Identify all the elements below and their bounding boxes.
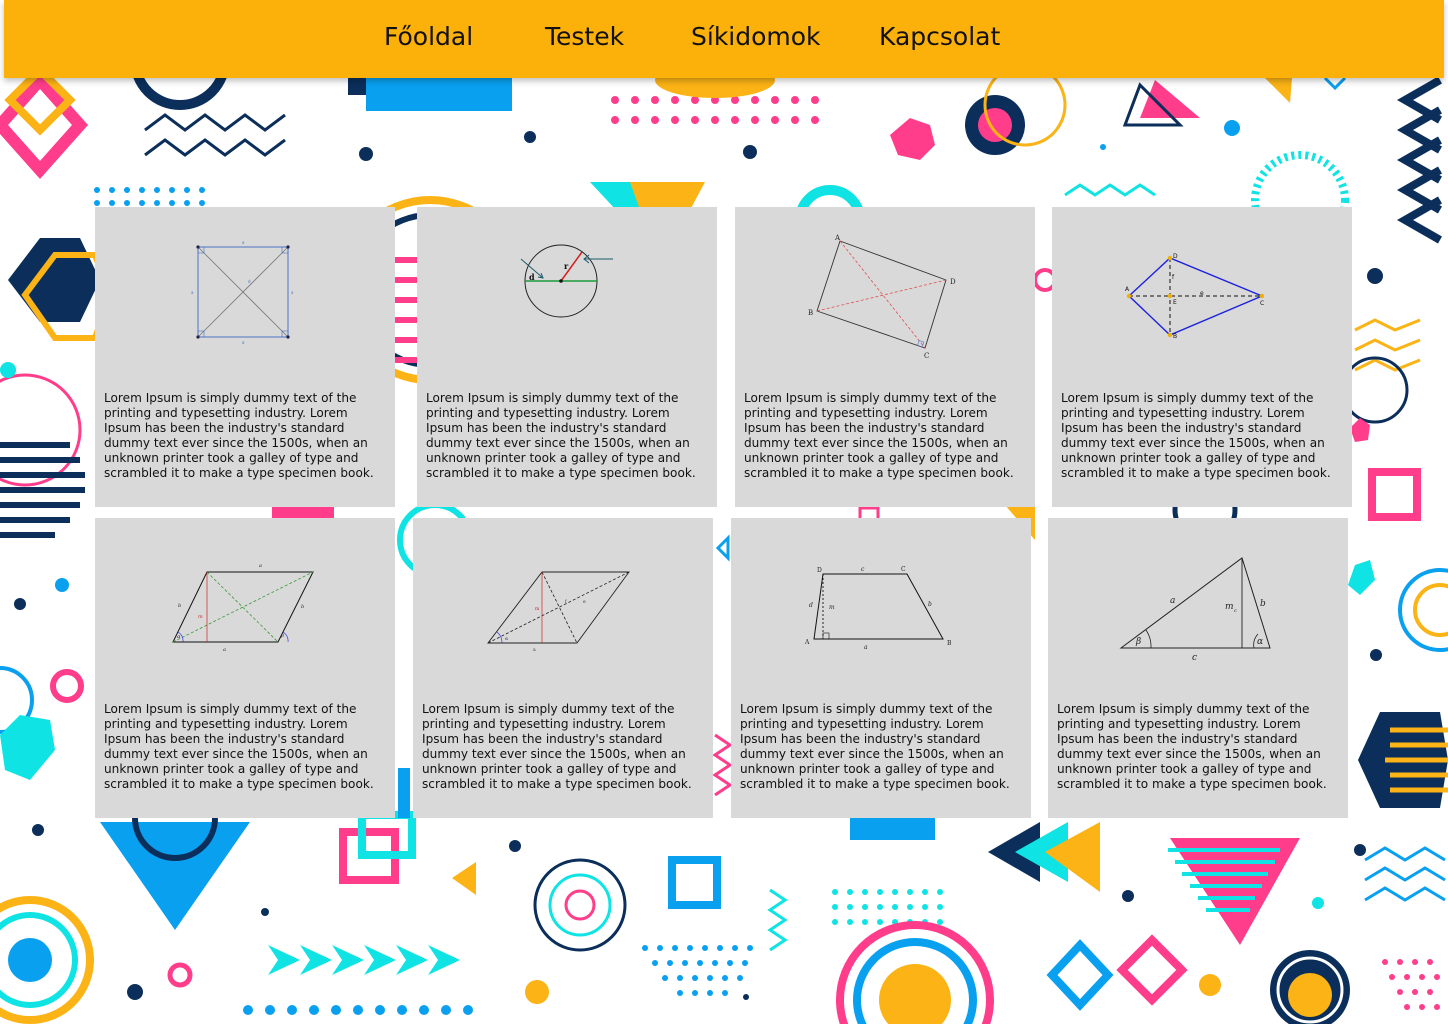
nav-home-link[interactable]: Főoldal [384, 22, 473, 52]
card-description: Lorem Ipsum is simply dummy text of the … [1057, 702, 1327, 791]
label-D: D [1173, 253, 1178, 260]
top-navbar: Főoldal Testek Síkidomok Kapcsolat [4, 0, 1444, 78]
kite-diagram: A B C D e f E [1125, 253, 1264, 340]
nav-solids-link[interactable]: Testek [545, 22, 624, 52]
label-b-left: b [178, 603, 181, 609]
label-A: A [804, 639, 810, 646]
card-trapezoid[interactable]: A B C D a b c d m Lorem Ipsum is simply … [731, 518, 1031, 818]
label-C: C [1260, 300, 1264, 307]
rhombus-diagram: a e f m α [487, 571, 630, 653]
label-f: f [1172, 274, 1175, 281]
card-kite[interactable]: A B C D e f E Lorem Ipsum is simply dumm… [1052, 207, 1352, 507]
label-m-subscript: c [1234, 608, 1237, 614]
label-d: d [529, 272, 535, 282]
label-d: d [809, 602, 813, 609]
label-b: b [1260, 599, 1266, 609]
label-e: e [583, 600, 586, 605]
label-c: c [861, 566, 865, 573]
card-square[interactable]: a a a a d Lorem Ipsum is simply dummy te… [95, 207, 395, 507]
card-description: Lorem Ipsum is simply dummy text of the … [744, 391, 1014, 480]
label-B: B [947, 640, 952, 647]
card-circle[interactable]: d r Lorem Ipsum is simply dummy text of … [417, 207, 717, 507]
label-d: d [248, 279, 251, 284]
label-m: m [198, 614, 203, 620]
label-A: A [1125, 286, 1130, 293]
triangle-diagram: a b c m c β α [1119, 557, 1271, 663]
label-r: r [564, 261, 569, 271]
card-parallelogram[interactable]: a b a b m α β Lorem Ipsum is simply dumm… [95, 518, 395, 818]
label-C: C [924, 352, 929, 360]
label-beta: β [280, 633, 284, 639]
label-alpha: α [177, 634, 181, 640]
label-a-right: a [291, 290, 294, 295]
card-description: Lorem Ipsum is simply dummy text of the … [426, 391, 696, 480]
card-description: Lorem Ipsum is simply dummy text of the … [104, 702, 374, 791]
card-description: Lorem Ipsum is simply dummy text of the … [422, 702, 692, 791]
label-a-bottom: a [223, 647, 226, 653]
label-b-right: b [301, 604, 304, 610]
label-a: a [1170, 596, 1175, 606]
label-a-top: a [242, 240, 245, 245]
card-rectangle[interactable]: A B C D Lorem Ipsum is simply dummy text… [735, 207, 1035, 507]
label-m: m [829, 604, 835, 611]
label-B: B [808, 309, 813, 317]
label-a: a [533, 648, 536, 653]
label-C: C [901, 566, 906, 573]
label-B: B [1173, 333, 1177, 340]
label-c: c [1192, 653, 1197, 663]
label-a-bottom: a [242, 340, 245, 345]
label-b: b [928, 601, 932, 608]
label-D: D [817, 567, 822, 574]
card-description: Lorem Ipsum is simply dummy text of the … [740, 702, 1010, 791]
label-e: e [1200, 290, 1204, 297]
label-a: a [864, 644, 868, 651]
rectangle-diagram: A B C D [808, 234, 956, 360]
label-a-top: a [259, 563, 262, 569]
parallelogram-diagram: a b a b m α β [172, 563, 314, 653]
label-a-left: a [191, 290, 194, 295]
card-triangle[interactable]: a b c m c β α Lorem Ipsum is simply dumm… [1048, 518, 1348, 818]
label-alpha: α [1257, 637, 1263, 647]
square-diagram: a a a a d [191, 240, 294, 345]
label-alpha: α [505, 637, 508, 642]
card-description: Lorem Ipsum is simply dummy text of the … [104, 391, 374, 480]
card-rhombus[interactable]: a e f m α Lorem Ipsum is simply dummy te… [413, 518, 713, 818]
label-E: E [1173, 299, 1177, 306]
card-description: Lorem Ipsum is simply dummy text of the … [1061, 391, 1331, 480]
label-A: A [834, 234, 841, 242]
label-m: m [535, 607, 540, 612]
trapezoid-diagram: A B C D a b c d m [804, 566, 952, 651]
label-f: f [565, 599, 567, 605]
circle-diagram: d r [520, 244, 613, 318]
nav-contact-link[interactable]: Kapcsolat [879, 22, 1000, 52]
label-m: m [1225, 602, 1234, 612]
label-beta: β [1135, 637, 1141, 647]
decorative-background [0, 10, 1448, 1024]
nav-plane-figures-link[interactable]: Síkidomok [691, 22, 821, 52]
label-D: D [950, 278, 956, 286]
